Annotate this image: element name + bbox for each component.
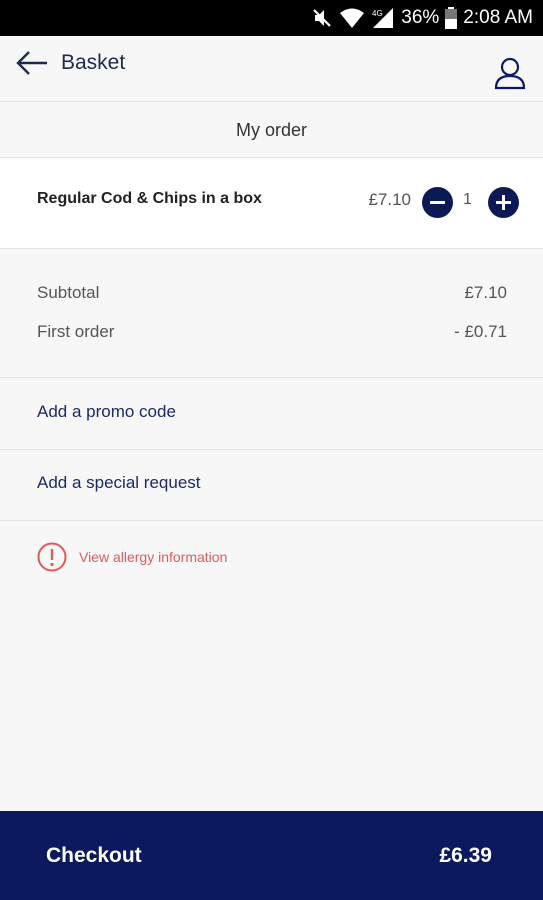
checkout-label: Checkout [46, 844, 142, 867]
item-name: Regular Cod & Chips in a box [37, 190, 262, 207]
clock: 2:08 AM [463, 7, 533, 28]
decrease-quantity-button[interactable] [422, 187, 453, 218]
allergy-text: View allergy information [79, 549, 228, 565]
add-promo-code-link[interactable]: Add a promo code [0, 379, 543, 450]
order-item: Regular Cod & Chips in a box £7.10 1 [0, 159, 543, 249]
plus-icon [502, 195, 505, 210]
increase-quantity-button[interactable] [488, 187, 519, 218]
battery-icon [445, 7, 458, 29]
subtotal-label: Subtotal [37, 283, 100, 302]
back-arrow-icon[interactable] [16, 50, 50, 76]
discount-label: First order [37, 322, 115, 341]
wifi-icon [339, 7, 365, 29]
quantity-value: 1 [463, 191, 472, 208]
checkout-button[interactable]: Checkout £6.39 [0, 811, 543, 900]
minus-icon [430, 201, 445, 204]
signal-icon: 4G [371, 7, 395, 29]
page-title: Basket [61, 51, 126, 74]
section-title: My order [235, 119, 307, 140]
order-summary: Subtotal £7.10 First order - £0.71 [0, 250, 543, 378]
network-label: 4G [372, 9, 383, 18]
add-special-request-link[interactable]: Add a special request [0, 450, 543, 521]
alert-circle-icon [37, 542, 67, 572]
item-price: £7.10 [368, 190, 411, 209]
subtotal-value: £7.10 [464, 283, 507, 302]
checkout-total: £6.39 [439, 844, 492, 867]
user-icon[interactable] [493, 56, 527, 90]
discount-value: - £0.71 [454, 322, 507, 341]
mute-icon [311, 7, 333, 29]
promo-label: Add a promo code [37, 402, 176, 421]
allergy-info-link[interactable]: View allergy information [37, 541, 227, 573]
status-bar: 4G 36% 2:08 AM [0, 0, 543, 36]
battery-percent: 36% [401, 7, 440, 28]
special-request-label: Add a special request [37, 473, 201, 492]
app-header: Basket [0, 36, 543, 102]
section-header: My order [0, 103, 543, 158]
